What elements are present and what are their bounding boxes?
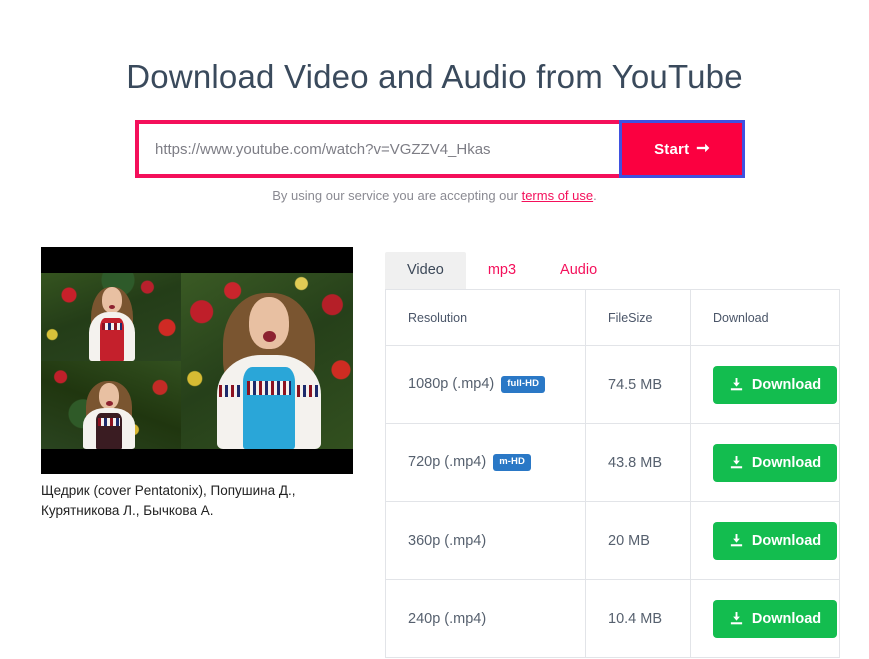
video-title-caption: Щедрик (cover Pentatonix), Попушина Д., … (41, 483, 296, 518)
downloads-table-body: 1080p (.mp4) full-HD 74.5 MB Download 720… (385, 345, 840, 658)
cell-resolution: 1080p (.mp4) full-HD (385, 345, 586, 424)
thumbnail-pane-bottom-left (41, 361, 181, 449)
url-input[interactable] (139, 140, 619, 158)
format-tabs: Video mp3 Audio (385, 247, 839, 289)
download-button[interactable]: Download (713, 521, 837, 560)
download-button-label: Download (751, 610, 822, 627)
download-button[interactable]: Download (713, 443, 837, 482)
video-thumbnail[interactable] (41, 247, 353, 474)
tab-audio[interactable]: Audio (538, 252, 619, 290)
cell-filesize: 74.5 MB (585, 345, 691, 424)
terms-suffix: . (593, 188, 597, 203)
download-icon (729, 455, 744, 470)
thumbnail-pane-top-left (41, 273, 181, 361)
quality-badge: m-HD (493, 454, 531, 471)
header-resolution: Resolution (385, 289, 586, 346)
table-header-row: Resolution FileSize Download (385, 289, 840, 346)
cell-download: Download (690, 579, 840, 658)
download-button-label: Download (751, 532, 822, 549)
table-row: 720p (.mp4) m-HD 43.8 MB Download (385, 423, 840, 502)
terms-prefix: By using our service you are accepting o… (272, 188, 522, 203)
terms-notice: By using our service you are accepting o… (0, 188, 869, 203)
video-preview: Щедрик (cover Pentatonix), Попушина Д., … (41, 247, 353, 520)
download-button-label: Download (751, 376, 822, 393)
header-download: Download (690, 289, 840, 346)
table-row: 240p (.mp4) 10.4 MB Download (385, 579, 840, 658)
downloads-table-head: Resolution FileSize Download (385, 289, 840, 346)
resolution-label: 240p (.mp4) (408, 610, 487, 627)
results-panel: Video mp3 Audio Resolution FileSize Down… (385, 247, 840, 658)
table-row: 1080p (.mp4) full-HD 74.5 MB Download (385, 345, 840, 424)
resolution-label: 1080p (.mp4) (408, 376, 495, 393)
thumbnail-frames (41, 273, 353, 449)
download-button-label: Download (751, 454, 822, 471)
cell-download: Download (690, 345, 840, 424)
header-filesize: FileSize (585, 289, 691, 346)
cell-resolution: 240p (.mp4) (385, 579, 586, 658)
cell-filesize: 20 MB (585, 501, 691, 580)
cell-resolution: 360p (.mp4) (385, 501, 586, 580)
resolution-label: 720p (.mp4) (408, 454, 487, 471)
cell-download: Download (690, 501, 840, 580)
downloads-table: Resolution FileSize Download 1080p (.mp4… (385, 289, 840, 658)
cell-download: Download (690, 423, 840, 502)
download-button[interactable]: Download (713, 365, 837, 404)
thumbnail-pane-right (181, 273, 353, 449)
resolution-label: 360p (.mp4) (408, 532, 487, 549)
url-input-wrapper[interactable] (135, 120, 619, 178)
tab-mp3[interactable]: mp3 (466, 252, 538, 290)
download-icon (729, 377, 744, 392)
download-button[interactable]: Download (713, 599, 837, 638)
cell-filesize: 43.8 MB (585, 423, 691, 502)
cell-resolution: 720p (.mp4) m-HD (385, 423, 586, 502)
download-icon (729, 611, 744, 626)
table-row: 360p (.mp4) 20 MB Download (385, 501, 840, 580)
start-button-label: Start (654, 140, 690, 158)
tab-video[interactable]: Video (385, 251, 466, 289)
terms-of-use-link[interactable]: terms of use (522, 188, 594, 203)
download-form: Start ➞ (135, 120, 745, 178)
arrow-right-icon: ➞ (696, 140, 710, 157)
page-root: Download Video and Audio from YouTube St… (0, 0, 869, 659)
quality-badge: full-HD (501, 376, 546, 393)
download-icon (729, 533, 744, 548)
start-button[interactable]: Start ➞ (619, 120, 745, 178)
page-title: Download Video and Audio from YouTube (126, 58, 743, 96)
cell-filesize: 10.4 MB (585, 579, 691, 658)
